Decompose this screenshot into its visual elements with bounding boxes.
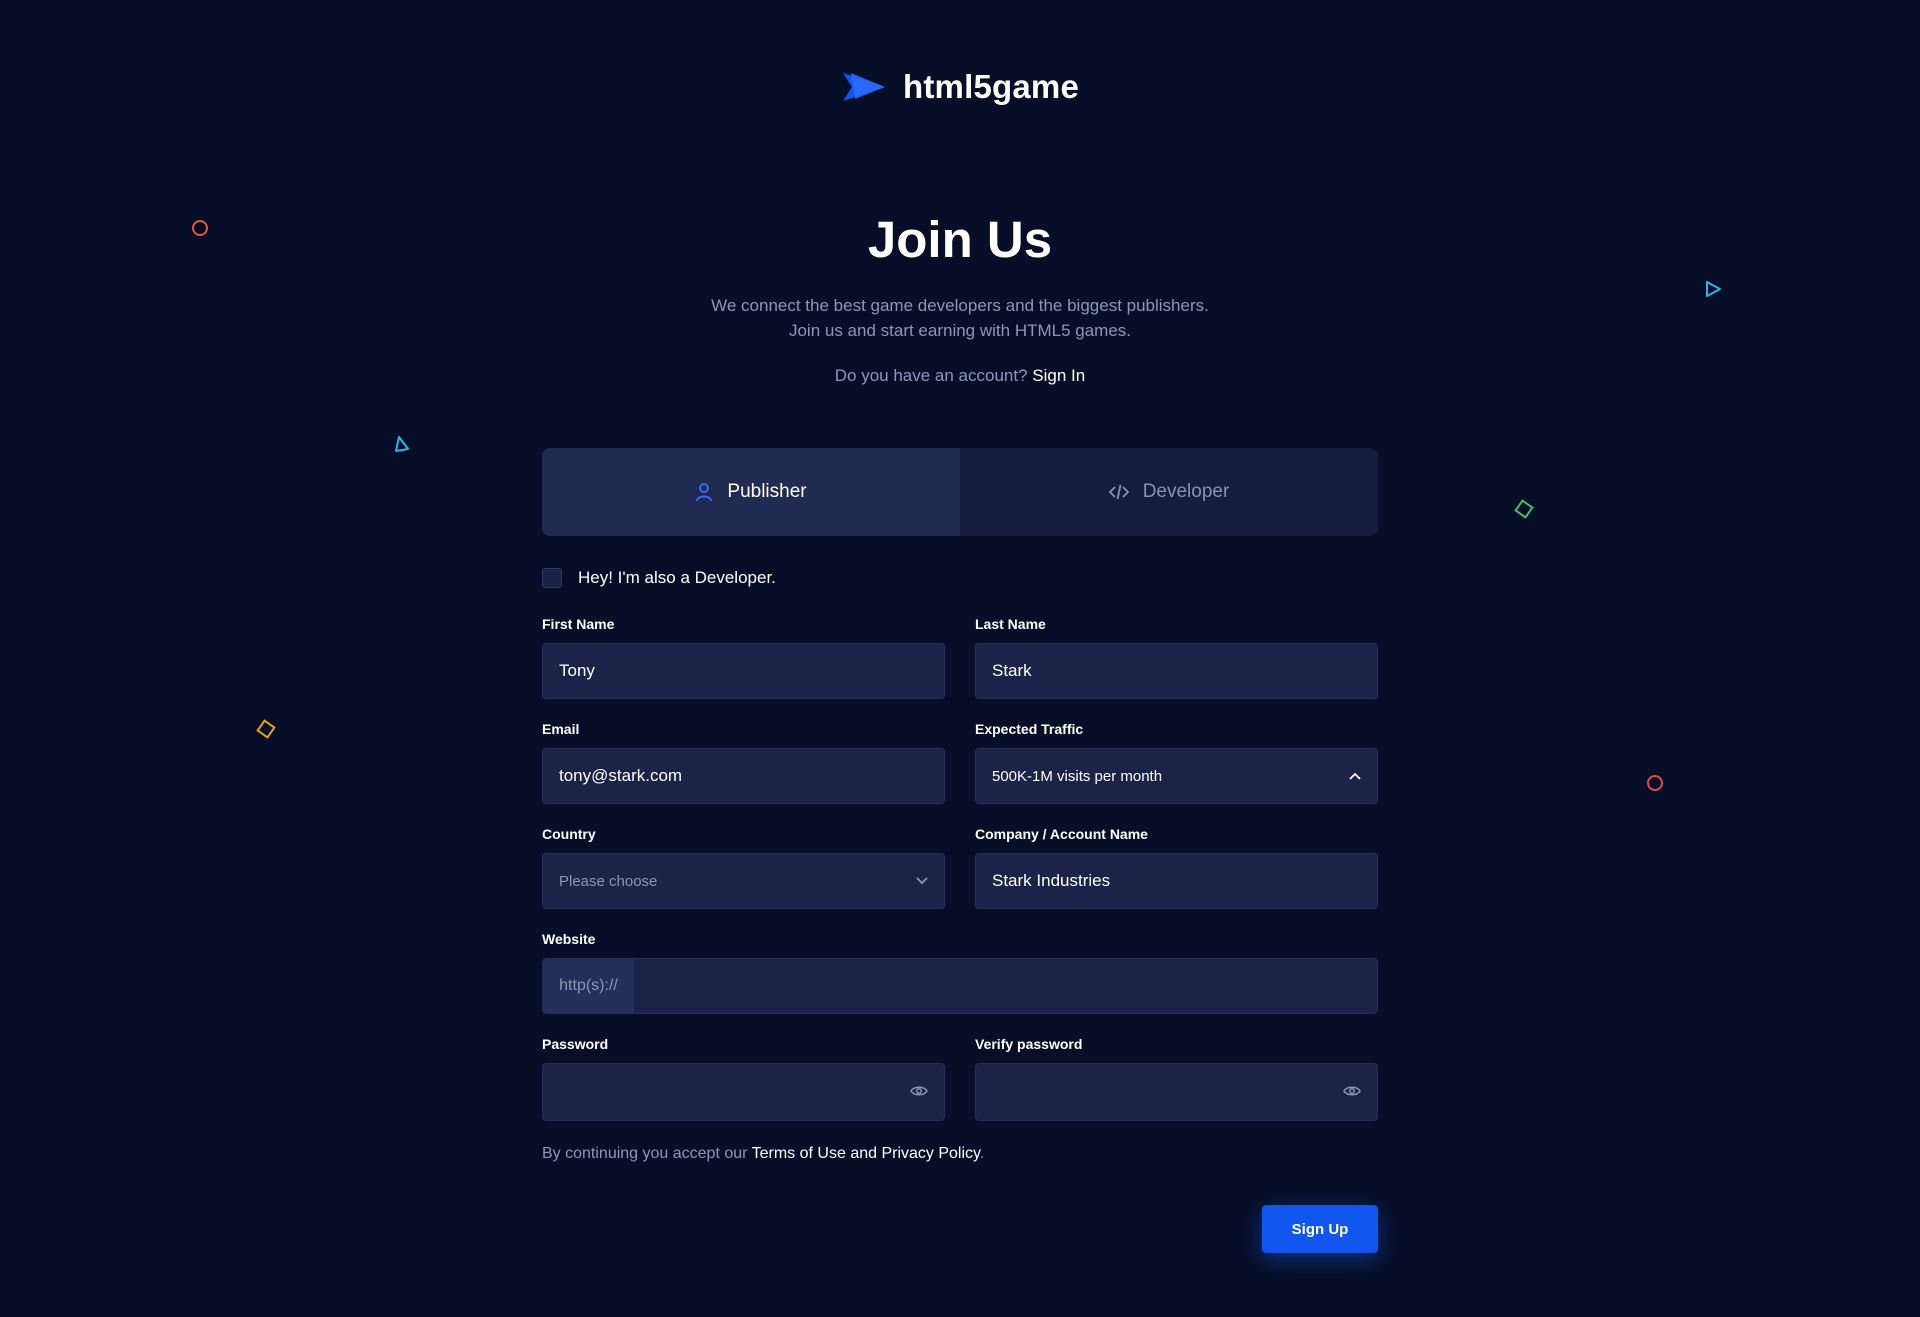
chevron-up-icon xyxy=(1349,772,1361,780)
email-field: Email tony@stark.com xyxy=(542,721,945,804)
verify-password-input[interactable] xyxy=(975,1063,1378,1121)
company-label: Company / Account Name xyxy=(975,826,1148,842)
email-value: tony@stark.com xyxy=(559,766,683,785)
decor-triangle-blue-icon xyxy=(395,436,409,452)
last-name-field: Last Name Stark xyxy=(975,616,1378,699)
expected-traffic-label: Expected Traffic xyxy=(975,721,1084,737)
chevron-down-icon xyxy=(916,877,928,885)
tab-publisher-label: Publisher xyxy=(727,481,807,502)
hero-subtitle-line-2: Join us and start earning with HTML5 gam… xyxy=(788,321,1132,340)
first-name-field: First Name Tony xyxy=(542,616,945,699)
password-input[interactable] xyxy=(542,1063,945,1121)
also-developer-checkbox[interactable] xyxy=(542,568,562,588)
expected-traffic-select[interactable]: 500K-1M visits per month xyxy=(975,748,1378,804)
verify-password-label: Verify password xyxy=(975,1036,1083,1052)
show-verify-password-eye-icon[interactable] xyxy=(1343,1082,1361,1102)
email-label: Email xyxy=(542,721,580,737)
form-fields: First Name Tony Last Name Stark Email to… xyxy=(542,616,1378,1143)
last-name-label: Last Name xyxy=(975,616,1046,632)
also-developer-row: Hey! I'm also a Developer. xyxy=(542,568,1378,588)
company-field: Company / Account Name Stark Industries xyxy=(975,826,1378,909)
brand-name: html5game xyxy=(902,68,1080,105)
website-prefix: http(s):// xyxy=(543,959,634,1013)
terms-suffix: . xyxy=(979,1145,985,1162)
last-name-value: Stark xyxy=(992,661,1032,680)
sign-up-button[interactable]: Sign Up xyxy=(1262,1205,1378,1253)
terms-prefix: By continuing you accept our xyxy=(542,1145,748,1162)
tab-developer-label: Developer xyxy=(1142,481,1230,502)
decor-circle-red-icon xyxy=(1647,775,1663,791)
last-name-input[interactable]: Stark xyxy=(975,643,1378,699)
terms-notice: By continuing you accept our Terms of Us… xyxy=(542,1145,1378,1163)
tab-publisher[interactable]: Publisher xyxy=(542,448,960,536)
code-icon xyxy=(1108,483,1129,501)
account-prompt-row: Do you have an account? Sign In xyxy=(0,366,1920,386)
account-prompt: Do you have an account? xyxy=(834,366,1028,385)
company-input[interactable]: Stark Industries xyxy=(975,853,1378,909)
expected-traffic-value: 500K-1M visits per month xyxy=(992,767,1163,785)
website-field: Website http(s):// xyxy=(542,931,1378,1014)
play-logo-icon xyxy=(841,69,889,105)
brand-logo[interactable]: html5game xyxy=(0,68,1920,106)
email-input[interactable]: tony@stark.com xyxy=(542,748,945,804)
company-value: Stark Industries xyxy=(992,871,1111,890)
first-name-label: First Name xyxy=(542,616,615,632)
country-select[interactable]: Please choose xyxy=(542,853,945,909)
verify-password-field: Verify password xyxy=(975,1036,1378,1121)
decor-diamond-yellow-icon xyxy=(256,719,276,739)
terms-link[interactable]: Terms of Use and Privacy Policy xyxy=(752,1145,980,1162)
password-label: Password xyxy=(542,1036,609,1052)
password-field: Password xyxy=(542,1036,945,1121)
country-field: Country Please choose xyxy=(542,826,945,909)
first-name-input[interactable]: Tony xyxy=(542,643,945,699)
account-type-tabs: Publisher Developer xyxy=(542,448,1378,536)
signup-page: html5game Join Us We connect the best ga… xyxy=(0,0,1920,1317)
decor-diamond-green-icon xyxy=(1514,499,1534,519)
hero-subtitle-line-1: We connect the best game developers and … xyxy=(711,296,1209,315)
signup-form: Publisher Developer Hey! I'm also a Deve… xyxy=(542,448,1378,1253)
expected-traffic-field: Expected Traffic 500K-1M visits per mont… xyxy=(975,721,1378,804)
user-icon xyxy=(695,482,713,502)
country-label: Country xyxy=(542,826,596,842)
first-name-value: Tony xyxy=(559,661,595,680)
show-password-eye-icon[interactable] xyxy=(910,1082,928,1102)
website-label: Website xyxy=(542,931,596,947)
country-placeholder: Please choose xyxy=(559,872,658,890)
hero-subtitle: We connect the best game developers and … xyxy=(0,293,1920,343)
also-developer-label: Hey! I'm also a Developer. xyxy=(578,568,776,587)
page-title: Join Us xyxy=(867,211,1053,268)
sign-in-link[interactable]: Sign In xyxy=(1032,366,1085,385)
website-input[interactable]: http(s):// xyxy=(542,958,1378,1014)
tab-developer[interactable]: Developer xyxy=(960,448,1378,536)
hero: Join Us We connect the best game develop… xyxy=(0,205,1920,386)
